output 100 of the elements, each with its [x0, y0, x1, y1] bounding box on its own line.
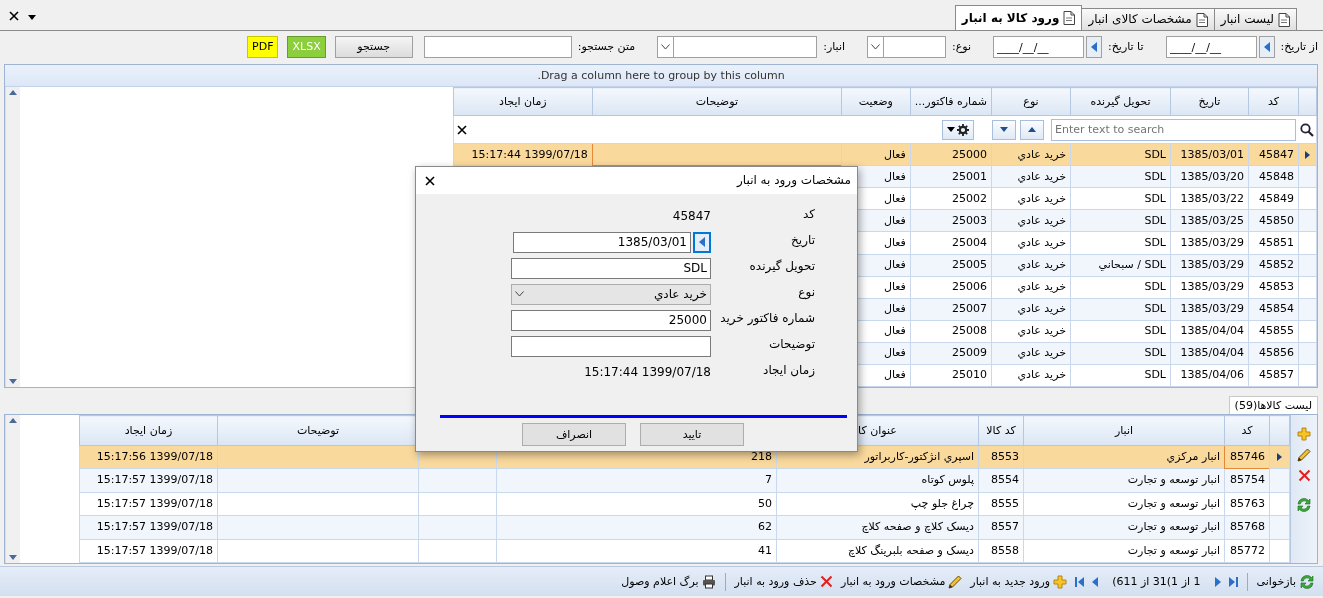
date-picker-button[interactable]: [1258, 36, 1275, 58]
pencil-icon: [948, 574, 963, 589]
table-cell: خريد عادي: [1017, 280, 1066, 295]
field-label: توضیحات: [767, 336, 815, 354]
group-panel-hint: Drag a column here to group by this column.: [537, 68, 785, 83]
detail-tab[interactable]: لیست کالاها(59): [1228, 395, 1318, 414]
combo-box[interactable]: [657, 36, 818, 58]
add-button[interactable]: ورود جدید به انبار: [968, 573, 1070, 590]
scrollbar[interactable]: [5, 415, 20, 563]
page-end-button[interactable]: [1073, 575, 1087, 588]
table-cell: 85746: [1230, 450, 1265, 464]
column-header[interactable]: زمان ایجاد: [453, 87, 593, 116]
refresh-button[interactable]: بازخوانی: [1254, 572, 1317, 591]
column-header[interactable]: زمان ایجاد: [79, 415, 218, 446]
table-cell: 25000: [952, 147, 987, 162]
field-label: نوع: [797, 284, 815, 302]
text-field[interactable]: [511, 335, 711, 357]
table-cell: 45848: [1259, 169, 1294, 184]
table-cell: 1385/03/29: [1180, 235, 1244, 250]
window-tab[interactable]: ورود کالا به انبار: [954, 5, 1083, 30]
table-cell: 45857: [1259, 368, 1294, 383]
page-end-icon: [1075, 576, 1085, 587]
table-cell: فعال: [883, 324, 906, 339]
triangle-right-icon: [1214, 576, 1221, 587]
date-field[interactable]: ____/__/__: [993, 36, 1084, 58]
column-header[interactable]: انبار: [1023, 415, 1225, 446]
search-field[interactable]: [423, 36, 572, 58]
window-tab[interactable]: مشخصات کالای انبار: [1081, 8, 1215, 30]
sort-down-button[interactable]: [992, 119, 1016, 140]
page-arrow-button[interactable]: [1212, 575, 1223, 588]
table-cell: SDL: [1144, 169, 1166, 184]
page-end-button[interactable]: [1226, 575, 1240, 588]
column-header[interactable]: کد کالا: [978, 415, 1024, 446]
table-cell: فعال: [883, 302, 906, 317]
close-icon[interactable]: [424, 174, 436, 187]
search-icon: [1300, 122, 1314, 137]
table-cell: 25004: [952, 235, 987, 250]
table-cell: 1385/04/04: [1180, 324, 1244, 339]
search-button[interactable]: جستجو: [334, 36, 413, 58]
confirm-button[interactable]: تایید: [640, 423, 744, 446]
grid-search-field[interactable]: Enter text to search: [1051, 118, 1296, 141]
window-tab[interactable]: لیست انبار: [1213, 8, 1297, 30]
table-cell: 1385/03/22: [1180, 191, 1244, 206]
column-header[interactable]: تاریخ: [1170, 87, 1249, 116]
dropdown-icon[interactable]: [28, 15, 36, 20]
table-cell: 1385/03/25: [1180, 213, 1244, 228]
table-cell: 8555: [991, 496, 1019, 511]
edit-button[interactable]: مشخصات ورود به انبار: [838, 573, 965, 590]
date-picker-button[interactable]: [693, 231, 711, 253]
column-header[interactable]: کد: [1248, 87, 1299, 116]
table-cell: 8554: [991, 473, 1019, 488]
table-cell: 25009: [952, 346, 987, 361]
column-header[interactable]: تحویل گیرنده: [1070, 87, 1171, 116]
date-field[interactable]: 1385/03/01: [513, 231, 691, 253]
pdf-export-button[interactable]: PDF: [247, 36, 279, 58]
table-cell: فعال: [883, 280, 906, 295]
page-arrow-button[interactable]: [1090, 575, 1101, 588]
text-field[interactable]: SDL: [511, 257, 711, 279]
table-cell: انبار مرکزي: [1166, 450, 1220, 464]
table-cell: 1385/03/29: [1180, 302, 1244, 317]
date-field[interactable]: ____/__/__: [1165, 36, 1257, 58]
table-cell: SDL: [1144, 213, 1166, 228]
cancel-button[interactable]: انصراف: [522, 423, 626, 446]
table-cell: فعال: [883, 213, 906, 228]
refresh-icon: [1299, 573, 1315, 590]
table-cell: 25006: [952, 280, 987, 295]
table-cell: 25003: [952, 213, 987, 228]
scrollbar[interactable]: [5, 87, 20, 387]
clear-search-icon[interactable]: [455, 123, 468, 136]
column-header[interactable]: نوع: [991, 87, 1071, 116]
table-cell: SDL / سبحاني: [1098, 258, 1166, 273]
dropdown-field[interactable]: خريد عادي: [511, 283, 711, 305]
caret-up-icon: [9, 90, 17, 95]
delete-button[interactable]: حذف ورود به انبار: [732, 573, 835, 590]
pencil-icon: [1297, 448, 1311, 462]
combo-box[interactable]: [867, 36, 946, 58]
text-field[interactable]: 25000: [511, 309, 711, 331]
column-header[interactable]: شماره فاکتور...: [910, 87, 992, 116]
date-picker-button[interactable]: [1086, 36, 1102, 58]
delete-icon: [819, 575, 833, 588]
table-cell: 25007: [952, 302, 987, 317]
table-cell: 85772: [1230, 543, 1265, 558]
column-header[interactable]: وضعیت: [841, 87, 911, 116]
close-icon[interactable]: [8, 10, 20, 22]
refresh-icon: [1296, 497, 1312, 513]
print-button[interactable]: برگ اعلام وصول: [619, 573, 718, 590]
sort-up-button[interactable]: [1020, 119, 1044, 140]
plus-icon: [1053, 574, 1068, 589]
table-cell: پلوس کوتاه: [921, 473, 974, 488]
options-button[interactable]: [942, 119, 974, 140]
table-cell: خريد عادي: [1017, 169, 1066, 184]
table-cell: SDL: [1144, 368, 1166, 383]
table-cell: 15:17:57 1399/07/18: [96, 473, 213, 488]
table-cell: انبار توسعه و تجارت: [1127, 496, 1220, 511]
column-header[interactable]: کد: [1224, 415, 1270, 446]
table-cell: 25005: [952, 258, 987, 273]
table-cell: 45849: [1259, 191, 1294, 206]
row-indicator-icon: [1305, 150, 1310, 159]
field-label: شماره فاکتور خريد: [719, 310, 815, 328]
column-header[interactable]: توضیحات: [592, 87, 842, 116]
